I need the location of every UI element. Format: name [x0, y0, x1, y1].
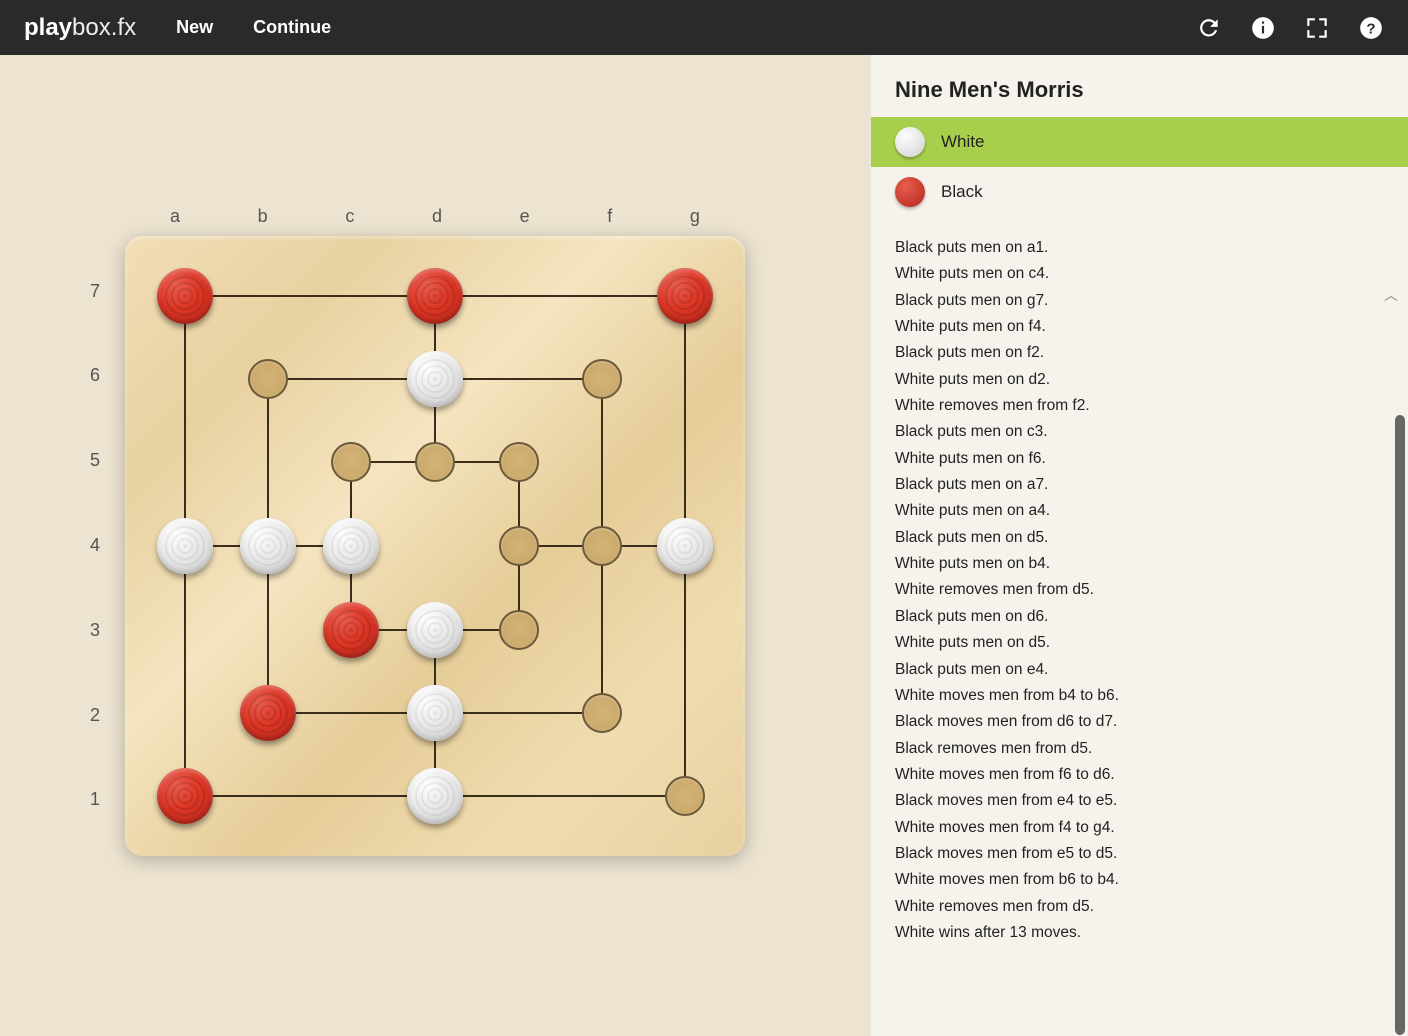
point-b4[interactable] [240, 518, 296, 574]
move-entry: Black moves men from e4 to e5. [895, 788, 1384, 814]
move-entry: Black puts men on c3. [895, 419, 1384, 445]
move-entry: White puts men on d5. [895, 630, 1384, 656]
move-entry: White puts men on f6. [895, 446, 1384, 472]
point-g7[interactable] [657, 268, 713, 324]
svg-text:?: ? [1366, 20, 1375, 37]
board-lines [125, 236, 745, 856]
move-entry: White puts men on c4. [895, 261, 1384, 287]
row-label-3: 3 [90, 620, 100, 641]
move-entry: Black moves men from d6 to d7. [895, 709, 1384, 735]
app-logo: playbox.fx [24, 14, 136, 42]
move-entry: Black puts men on a1. [895, 235, 1384, 261]
fullscreen-icon[interactable] [1304, 15, 1330, 41]
col-label-g: g [690, 206, 700, 227]
point-b6[interactable] [248, 359, 288, 399]
point-d6[interactable] [407, 351, 463, 407]
col-label-c: c [345, 206, 354, 227]
point-a4[interactable] [157, 518, 213, 574]
point-f2[interactable] [582, 693, 622, 733]
point-d1[interactable] [407, 768, 463, 824]
board-area: a b c d e f g 7 6 5 4 3 2 1 [0, 55, 870, 1036]
game-title: Nine Men's Morris [871, 77, 1408, 117]
move-entry: White moves men from b4 to b6. [895, 683, 1384, 709]
point-b2[interactable] [240, 685, 296, 741]
move-entry: White puts men on d2. [895, 367, 1384, 393]
logo-play: play [24, 14, 72, 41]
move-entry: White removes men from d5. [895, 894, 1384, 920]
move-entry: White puts men on b4. [895, 551, 1384, 577]
help-icon[interactable]: ? [1358, 15, 1384, 41]
logo-fx: .fx [111, 14, 136, 41]
col-label-e: e [520, 206, 530, 227]
red-chip-icon [895, 177, 925, 207]
point-f6[interactable] [582, 359, 622, 399]
scrollbar-thumb[interactable] [1395, 415, 1405, 1035]
continue-button[interactable]: Continue [253, 17, 331, 38]
move-entry: Black moves men from e5 to d5. [895, 841, 1384, 867]
point-d3[interactable] [407, 602, 463, 658]
point-e4[interactable] [499, 526, 539, 566]
point-a7[interactable] [157, 268, 213, 324]
col-label-d: d [432, 206, 442, 227]
row-label-2: 2 [90, 705, 100, 726]
point-c4[interactable] [323, 518, 379, 574]
move-entry: White moves men from f4 to g4. [895, 815, 1384, 841]
white-chip-icon [895, 127, 925, 157]
move-entry: Black puts men on f2. [895, 340, 1384, 366]
header-bar: playbox.fx New Continue ? [0, 0, 1408, 55]
row-label-5: 5 [90, 450, 100, 471]
row-label-4: 4 [90, 535, 100, 556]
point-e3[interactable] [499, 610, 539, 650]
point-a1[interactable] [157, 768, 213, 824]
player-black-row[interactable]: Black [871, 167, 1408, 217]
game-board[interactable] [125, 236, 745, 856]
info-icon[interactable] [1250, 15, 1276, 41]
new-button[interactable]: New [176, 17, 213, 38]
move-entry: Black removes men from d5. [895, 736, 1384, 762]
player-white-row[interactable]: White [871, 117, 1408, 167]
point-g4[interactable] [657, 518, 713, 574]
move-entry: Black puts men on d5. [895, 525, 1384, 551]
sidebar: Nine Men's Morris White Black ︿ Black pu… [870, 55, 1408, 1036]
point-g1[interactable] [665, 776, 705, 816]
refresh-icon[interactable] [1196, 15, 1222, 41]
point-d2[interactable] [407, 685, 463, 741]
move-entry: White removes men from f2. [895, 393, 1384, 419]
column-labels: a b c d e f g [125, 206, 745, 227]
move-entry: Black puts men on g7. [895, 288, 1384, 314]
point-e5[interactable] [499, 442, 539, 482]
move-entry: White moves men from f6 to d6. [895, 762, 1384, 788]
move-entry: Black puts men on e4. [895, 657, 1384, 683]
move-entry: White puts men on f4. [895, 314, 1384, 340]
row-label-6: 6 [90, 365, 100, 386]
row-label-1: 1 [90, 789, 100, 810]
move-entry: White puts men on a4. [895, 498, 1384, 524]
move-entry: White moves men from b6 to b4. [895, 867, 1384, 893]
move-entry: Black puts men on d6. [895, 604, 1384, 630]
move-history-list[interactable]: Black puts men on a1.White puts men on c… [871, 217, 1408, 1006]
player-black-label: Black [941, 182, 983, 202]
logo-box: box [72, 14, 111, 41]
point-d5[interactable] [415, 442, 455, 482]
point-d7[interactable] [407, 268, 463, 324]
move-entry: Black puts men on a7. [895, 472, 1384, 498]
row-labels: 7 6 5 4 3 2 1 [90, 236, 100, 856]
row-label-7: 7 [90, 281, 100, 302]
player-white-label: White [941, 132, 984, 152]
col-label-b: b [258, 206, 268, 227]
point-c5[interactable] [331, 442, 371, 482]
point-f4[interactable] [582, 526, 622, 566]
col-label-a: a [170, 206, 180, 227]
col-label-f: f [607, 206, 612, 227]
move-entry: White removes men from d5. [895, 577, 1384, 603]
move-entry: White wins after 13 moves. [895, 920, 1384, 946]
point-c3[interactable] [323, 602, 379, 658]
